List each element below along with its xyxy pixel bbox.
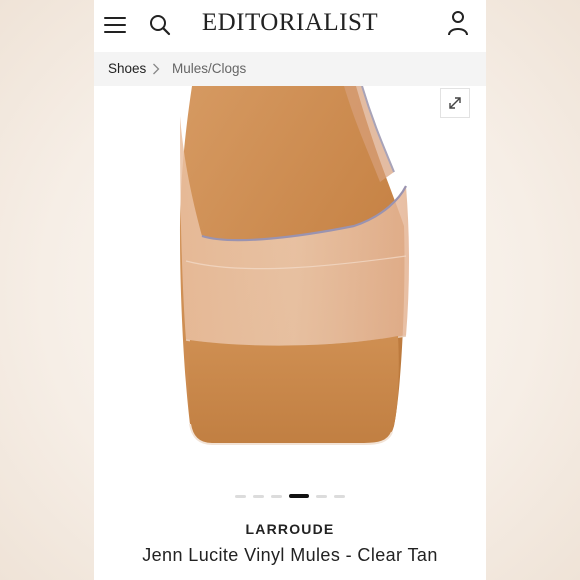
gallery-dot-2[interactable] xyxy=(253,495,264,498)
chevron-right-icon xyxy=(153,63,160,75)
gallery-dot-1[interactable] xyxy=(235,495,246,498)
gallery-dot-4-active[interactable] xyxy=(289,494,309,498)
product-brand[interactable]: LARROUDE xyxy=(94,521,486,537)
breadcrumb-item-shoes[interactable]: Shoes xyxy=(108,61,146,76)
gallery-dot-5[interactable] xyxy=(316,495,327,498)
breadcrumb: Shoes Mules/Clogs xyxy=(94,52,486,86)
gallery-dot-3[interactable] xyxy=(271,495,282,498)
site-header: EDITORIALIST xyxy=(94,0,486,52)
app-frame: EDITORIALIST Shoes Mules/Clogs LARROUDE … xyxy=(94,0,486,580)
logo-text-left: EDITORI xyxy=(201,9,305,36)
site-logo[interactable]: EDITORIALIST xyxy=(194,9,386,37)
logo-text-right: LIST xyxy=(323,9,379,36)
product-image xyxy=(180,85,409,445)
hamburger-icon[interactable] xyxy=(104,14,128,34)
search-icon[interactable] xyxy=(148,13,172,37)
gallery-dot-6[interactable] xyxy=(334,495,345,498)
gallery-pagination xyxy=(94,494,486,500)
expand-image-button[interactable] xyxy=(440,88,470,118)
logo-text-slash: A xyxy=(304,9,324,36)
expand-icon xyxy=(449,97,461,109)
product-title: Jenn Lucite Vinyl Mules - Clear Tan xyxy=(142,545,438,565)
breadcrumb-item-mules-clogs[interactable]: Mules/Clogs xyxy=(172,61,246,76)
product-image-gallery[interactable] xyxy=(94,85,486,486)
user-icon[interactable] xyxy=(446,10,470,36)
